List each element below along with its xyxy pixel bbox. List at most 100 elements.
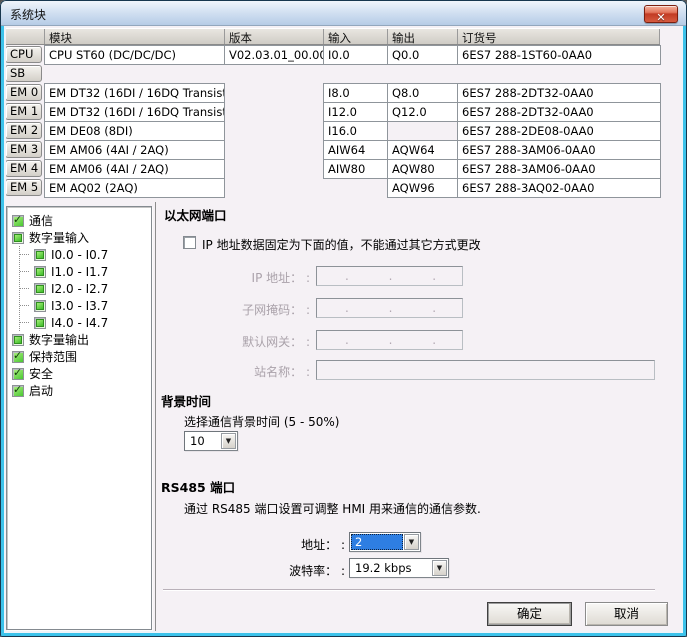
cell-version[interactable]: V02.03.01_00.00... [224, 45, 324, 65]
background-time-label: 选择通信背景时间 (5 - 50%) [184, 413, 339, 430]
cell-order[interactable]: 6ES7 288-3AM06-0AA0 [457, 159, 661, 179]
row-header-cpu[interactable]: CPU [5, 46, 42, 63]
footer-divider [163, 589, 655, 591]
checkbox-checked-icon[interactable]: ✓ [12, 385, 24, 397]
tree-connector [20, 254, 29, 255]
row-header-sb[interactable]: SB [5, 65, 42, 82]
column-header-output: 输出 [392, 30, 415, 46]
background-time-heading: 背景时间 [161, 391, 211, 410]
chevron-down-icon[interactable]: ▼ [432, 560, 447, 576]
checkbox-partial-icon[interactable] [34, 266, 46, 278]
subnet-mask-label: 子网掩码： : [160, 301, 310, 318]
title-bar[interactable]: 系统块 ✕ [1, 1, 686, 26]
cell-output[interactable]: Q12.0 [387, 102, 458, 122]
cell-output[interactable]: AQW96 [387, 178, 458, 198]
cell-module[interactable]: EM DE08 (8DI) [44, 121, 225, 141]
cell-order[interactable]: 6ES7 288-3AM06-0AA0 [457, 140, 661, 160]
close-button[interactable]: ✕ [644, 5, 678, 23]
station-name-label: 站名称： : [160, 363, 310, 380]
cell-output[interactable]: Q8.0 [387, 83, 458, 103]
background-time-select[interactable]: 10 ▼ [184, 431, 238, 451]
cell-output[interactable]: AQW80 [387, 159, 458, 179]
checkbox-partial-icon[interactable] [34, 300, 46, 312]
window-title: 系统块 [10, 6, 46, 23]
tree-item-label: 保持范围 [29, 348, 77, 365]
checkbox-partial-icon[interactable] [12, 334, 24, 346]
header-separator [224, 29, 225, 44]
cell-output[interactable]: Q0.0 [387, 45, 458, 65]
tree-children: I0.0 - I0.7 I1.0 - I1.7 I2.0 - I2.7 I3.0… [19, 246, 151, 331]
address-select[interactable]: 2 ▼ [349, 532, 421, 552]
close-icon: ✕ [656, 11, 665, 24]
tree-item-i4[interactable]: I4.0 - I4.7 [20, 314, 151, 331]
row-header-em2[interactable]: EM 2 [5, 122, 42, 139]
ip-address-label: IP 地址： : [160, 269, 310, 286]
tree-item-retentive-ranges[interactable]: ✓ 保持范围 [7, 348, 151, 365]
checkbox-partial-icon[interactable] [34, 283, 46, 295]
cell-input[interactable]: I12.0 [323, 102, 388, 122]
cancel-button[interactable]: 取消 [585, 602, 668, 626]
checkbox-partial-icon[interactable] [12, 232, 24, 244]
station-name-field [316, 360, 655, 380]
cell-input[interactable]: I8.0 [323, 83, 388, 103]
header-separator [44, 29, 45, 44]
tree-connector [20, 322, 29, 323]
tree-item-label: 通信 [29, 212, 53, 229]
cell-order[interactable]: 6ES7 288-1ST60-0AA0 [457, 45, 661, 65]
row-header-em5[interactable]: EM 5 [5, 179, 42, 196]
tree-item-label: 数字量输出 [29, 331, 89, 348]
header-separator [323, 29, 324, 44]
checkbox-partial-icon[interactable] [34, 249, 46, 261]
tree-item-startup[interactable]: ✓ 启动 [7, 382, 151, 399]
panel-separator [155, 202, 156, 632]
default-gateway-field: . . . [316, 330, 463, 350]
tree-item-i2[interactable]: I2.0 - I2.7 [20, 280, 151, 297]
cell-output[interactable]: AQW64 [387, 140, 458, 160]
cell-order[interactable]: 6ES7 288-2DT32-0AA0 [457, 102, 661, 122]
cell-module[interactable]: EM DT32 (16DI / 16DQ Transistor) [44, 83, 225, 103]
settings-tree: ✓ 通信 数字量输入 I0.0 - I0.7 I1.0 - I1.7 I2.0 … [6, 206, 152, 630]
chevron-down-icon[interactable]: ▼ [404, 534, 419, 550]
cell-input[interactable]: I16.0 [323, 121, 388, 141]
cell-module[interactable]: EM AM06 (4AI / 2AQ) [44, 140, 225, 160]
cell-module[interactable]: EM AQ02 (2AQ) [44, 178, 225, 198]
ok-button[interactable]: 确定 [487, 602, 572, 626]
baud-rate-select[interactable]: 19.2 kbps ▼ [349, 558, 449, 578]
checkbox-checked-icon[interactable]: ✓ [12, 215, 24, 227]
row-header-em3[interactable]: EM 3 [5, 141, 42, 158]
row-header-em0[interactable]: EM 0 [5, 84, 42, 101]
tree-item-i3[interactable]: I3.0 - I3.7 [20, 297, 151, 314]
column-header-version: 版本 [229, 30, 252, 46]
checkbox-checked-icon[interactable]: ✓ [12, 368, 24, 380]
tree-item-label: I2.0 - I2.7 [51, 282, 108, 296]
tree-item-label: 启动 [29, 382, 53, 399]
row-header-em1[interactable]: EM 1 [5, 103, 42, 120]
column-header-input: 输入 [328, 30, 351, 46]
cell-order[interactable]: 6ES7 288-3AQ02-0AA0 [457, 178, 661, 198]
cell-input[interactable]: I0.0 [323, 45, 388, 65]
checkbox-checked-icon[interactable]: ✓ [12, 351, 24, 363]
cell-input[interactable]: AIW80 [323, 159, 388, 179]
cell-order[interactable]: 6ES7 288-2DE08-0AA0 [457, 121, 661, 141]
tree-item-digital-outputs[interactable]: 数字量输出 [7, 331, 151, 348]
cell-module[interactable]: EM AM06 (4AI / 2AQ) [44, 159, 225, 179]
rs485-description: 通过 RS485 端口设置可调整 HMI 用来通信的通信参数. [184, 500, 481, 517]
row-header-em4[interactable]: EM 4 [5, 160, 42, 177]
header-separator [387, 29, 388, 44]
fixed-ip-checkbox[interactable] [183, 236, 196, 249]
tree-item-security[interactable]: ✓ 安全 [7, 365, 151, 382]
tree-item-i0[interactable]: I0.0 - I0.7 [20, 246, 151, 263]
address-value: 2 [351, 534, 403, 550]
tree-item-digital-inputs[interactable]: 数字量输入 [7, 229, 151, 246]
tree-item-i1[interactable]: I1.0 - I1.7 [20, 263, 151, 280]
cell-module[interactable]: CPU ST60 (DC/DC/DC) [44, 45, 225, 65]
tree-item-communication[interactable]: ✓ 通信 [7, 212, 151, 229]
cell-module[interactable]: EM DT32 (16DI / 16DQ Transistor) [44, 102, 225, 122]
chevron-down-icon[interactable]: ▼ [221, 433, 236, 449]
tree-item-label: I4.0 - I4.7 [51, 316, 108, 330]
checkbox-partial-icon[interactable] [34, 317, 46, 329]
cell-input[interactable]: AIW64 [323, 140, 388, 160]
tree-item-label: 安全 [29, 365, 53, 382]
cell-order[interactable]: 6ES7 288-2DT32-0AA0 [457, 83, 661, 103]
header-separator [457, 29, 458, 44]
